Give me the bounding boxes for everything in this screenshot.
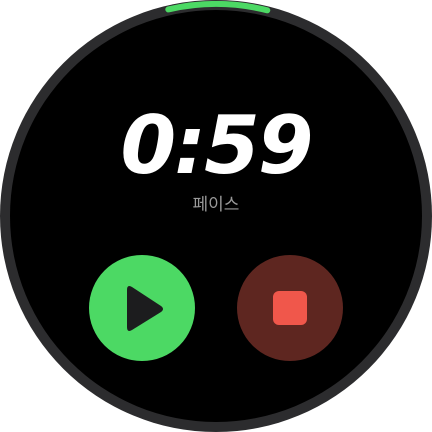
play-button[interactable] [89,255,195,361]
timer-display: 0:59 [120,99,314,192]
watch-bezel: 0:59 페이스 [0,0,432,432]
timer-label: 페이스 [192,195,240,215]
stop-button[interactable] [237,255,343,361]
play-icon [89,255,195,361]
stop-icon [237,255,343,361]
watch-face [10,10,422,422]
